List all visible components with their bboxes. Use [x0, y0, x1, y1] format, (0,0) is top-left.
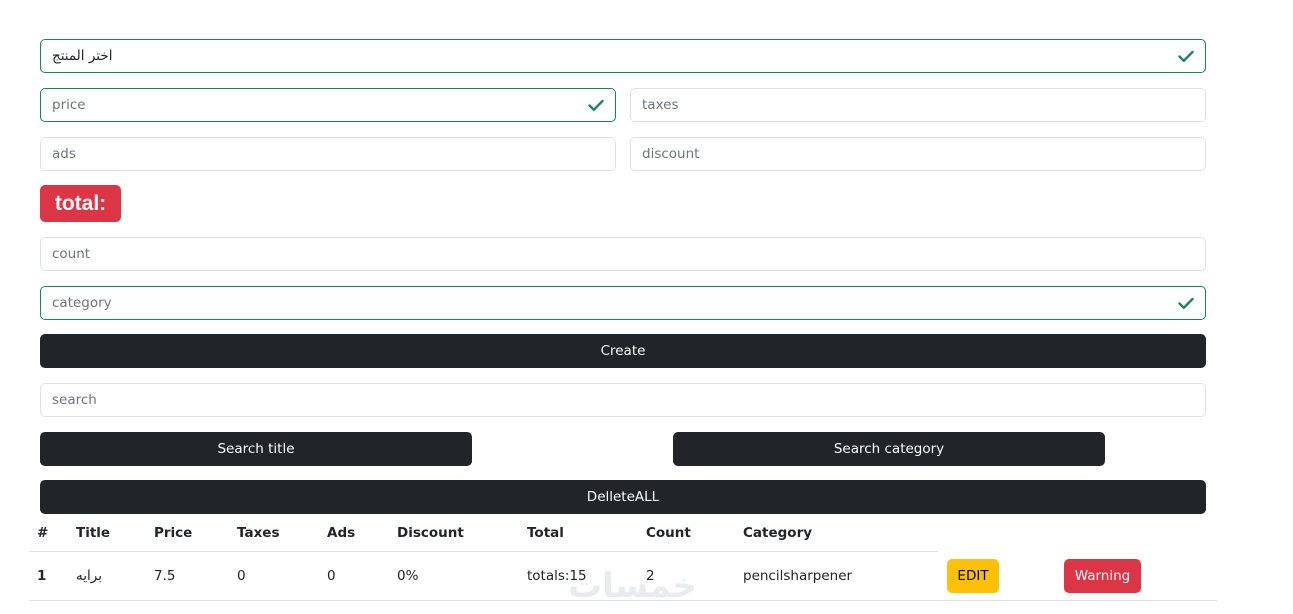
- taxes-placeholder: taxes: [642, 97, 679, 113]
- cell-id: 1: [29, 551, 68, 601]
- table-row: 1 برايه 7.5 0 0 0% totals:15 2 pencilsha…: [29, 551, 938, 601]
- check-icon: [1178, 296, 1194, 310]
- ads-input[interactable]: ads: [40, 137, 616, 171]
- search-title-button[interactable]: Search title: [40, 432, 472, 466]
- cell-ads: 0: [319, 551, 389, 601]
- cell-category: pencilsharpener: [735, 551, 938, 601]
- col-header-count: Count: [638, 516, 735, 552]
- count-input[interactable]: count: [40, 237, 1206, 271]
- search-input[interactable]: search: [40, 383, 1206, 417]
- table-divider: [938, 600, 1217, 601]
- search-placeholder: search: [52, 392, 97, 408]
- cell-price: 7.5: [146, 551, 229, 601]
- table-header-row: # Title Price Taxes Ads Discount Total C…: [29, 516, 938, 552]
- col-header-category: Category: [735, 516, 938, 552]
- price-placeholder: price: [52, 97, 86, 113]
- products-table: # Title Price Taxes Ads Discount Total C…: [29, 516, 938, 601]
- total-badge: total:: [40, 185, 121, 222]
- col-header-price: Price: [146, 516, 229, 552]
- delete-all-button[interactable]: DelleteALL: [40, 480, 1206, 514]
- count-placeholder: count: [52, 246, 91, 262]
- col-header-taxes: Taxes: [229, 516, 319, 552]
- edit-button[interactable]: EDIT: [947, 559, 999, 593]
- ads-placeholder: ads: [52, 146, 76, 162]
- col-header-discount: Discount: [389, 516, 519, 552]
- price-input[interactable]: price: [40, 88, 616, 122]
- product-select[interactable]: اختر المنتج: [40, 39, 1206, 73]
- discount-placeholder: discount: [642, 146, 700, 162]
- search-category-button[interactable]: Search category: [673, 432, 1105, 466]
- warning-button[interactable]: Warning: [1064, 559, 1141, 593]
- discount-input[interactable]: discount: [630, 137, 1206, 171]
- category-input[interactable]: category: [40, 286, 1206, 320]
- cell-discount: 0%: [389, 551, 519, 601]
- col-header-total: Total: [519, 516, 638, 552]
- col-header-id: #: [29, 516, 68, 552]
- create-button[interactable]: Create: [40, 334, 1206, 368]
- check-icon: [1178, 49, 1194, 63]
- col-header-title: Title: [68, 516, 146, 552]
- product-select-value: اختر المنتج: [52, 48, 113, 64]
- cell-taxes: 0: [229, 551, 319, 601]
- watermark: خمسات: [568, 566, 697, 606]
- taxes-input[interactable]: taxes: [630, 88, 1206, 122]
- category-placeholder: category: [52, 295, 112, 311]
- col-header-ads: Ads: [319, 516, 389, 552]
- check-icon: [588, 98, 604, 112]
- cell-title: برايه: [68, 551, 146, 601]
